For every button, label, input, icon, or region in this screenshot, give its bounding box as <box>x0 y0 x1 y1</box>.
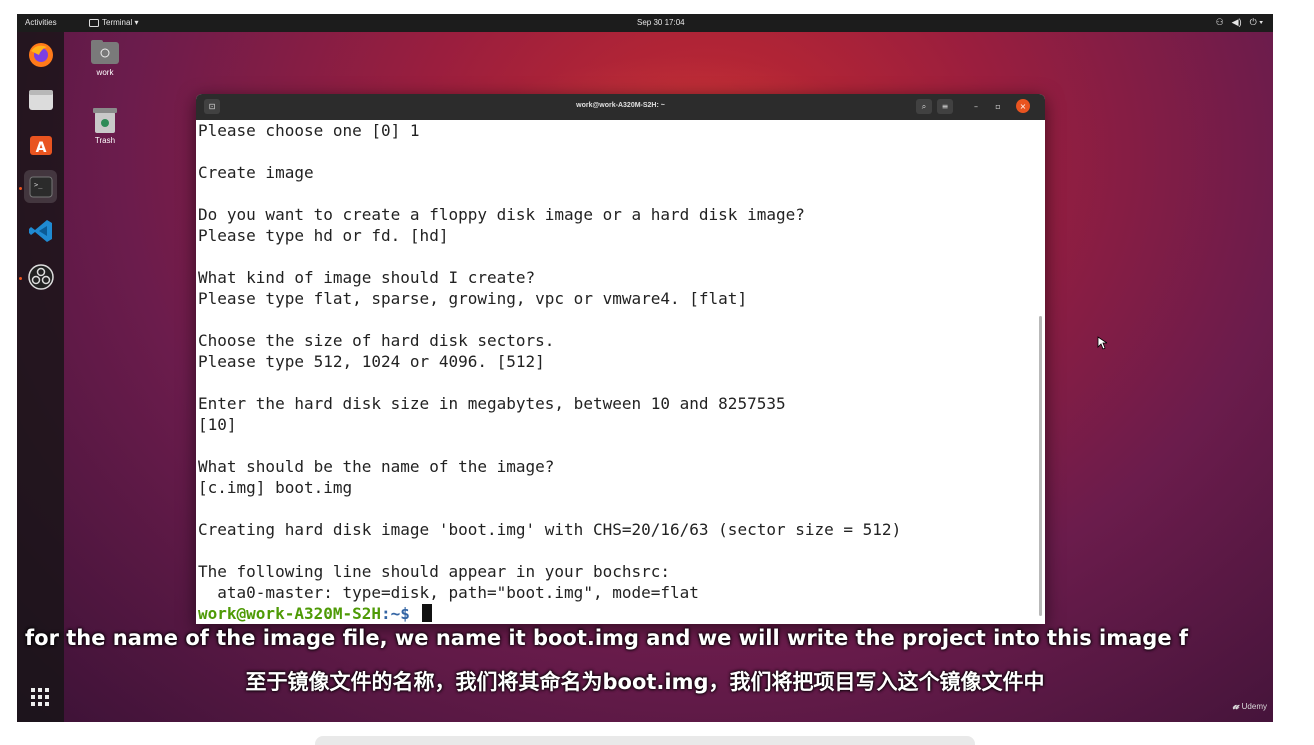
subtitle-chinese: 至于镜像文件的名称，我们将其命名为boot.img，我们将把项目写入这个镜像文件… <box>245 670 1045 694</box>
terminal-titlebar[interactable]: ⊡ work@work-A320M-S2H: ~ ⌕ ≡ – ▫ × <box>196 94 1045 120</box>
output-line: Please type flat, sparse, growing, vpc o… <box>198 289 748 308</box>
output-line: [10] <box>198 415 237 434</box>
output-line: Enter the hard disk size in megabytes, b… <box>198 394 786 413</box>
output-line: What should be the name of the image? <box>198 457 555 476</box>
network-icon[interactable]: ⚇ <box>1216 17 1224 28</box>
power-icon[interactable]: ⏻ ▾ <box>1250 17 1263 28</box>
maximize-button[interactable]: ▫ <box>990 99 1006 114</box>
home-folder-icon[interactable]: work <box>80 38 130 77</box>
system-tray[interactable]: ⚇ ◀) ⏻ ▾ <box>1216 17 1263 28</box>
top-bar: Activities Terminal ▾ Sep 30 17:04 ⚇ ◀) … <box>17 14 1273 32</box>
menu-icon[interactable]: ≡ <box>937 99 953 114</box>
trash-label: Trash <box>94 136 116 145</box>
svg-text:A: A <box>35 140 46 156</box>
obs-icon[interactable] <box>24 260 57 293</box>
minimize-button[interactable]: – <box>968 99 984 114</box>
app-menu[interactable]: Terminal ▾ <box>89 18 138 27</box>
terminal-output[interactable]: Please choose one [0] 1 Create image Do yo… <box>198 120 1028 624</box>
close-button[interactable]: × <box>1016 99 1030 113</box>
udemy-watermark: 𝓊 Udemy <box>1232 700 1267 713</box>
mouse-pointer-icon <box>1097 336 1107 350</box>
trash-can-icon <box>93 108 117 133</box>
files-icon[interactable] <box>24 82 57 115</box>
terminal-window[interactable]: ⊡ work@work-A320M-S2H: ~ ⌕ ≡ – ▫ × Pleas… <box>196 94 1045 624</box>
terminal-icon <box>89 18 99 27</box>
prompt-line: work@work-A320M-S2H:~$ <box>198 603 1028 624</box>
output-line: Please choose one [0] 1 <box>198 121 420 140</box>
output-line: Please type hd or fd. [hd] <box>198 226 449 245</box>
firefox-icon[interactable] <box>24 38 57 71</box>
app-menu-label: Terminal ▾ <box>102 18 139 27</box>
vscode-icon[interactable] <box>24 214 57 247</box>
terminal-dock-icon[interactable]: >_ <box>24 170 57 203</box>
trash-icon[interactable]: Trash <box>80 106 130 145</box>
running-indicator <box>19 187 22 190</box>
home-folder-label: work <box>96 68 114 77</box>
desktop-screen: Activities Terminal ▾ Sep 30 17:04 ⚇ ◀) … <box>17 14 1273 722</box>
search-icon[interactable]: ⌕ <box>916 99 932 114</box>
output-line: What kind of image should I create? <box>198 268 536 287</box>
udemy-label: Udemy <box>1241 702 1267 711</box>
output-line: [c.img] boot.img <box>198 478 353 497</box>
output-line: Creating hard disk image 'boot.img' with… <box>198 520 902 539</box>
prompt-path: :~$ <box>381 604 410 623</box>
scrollbar[interactable] <box>1039 316 1042 616</box>
activities-button[interactable]: Activities <box>25 18 57 27</box>
running-indicator <box>19 277 22 280</box>
output-line: Create image <box>198 163 314 182</box>
prompt-user: work@work-A320M-S2H <box>198 604 382 623</box>
text-cursor <box>421 604 432 622</box>
output-line: Do you want to create a floppy disk imag… <box>198 205 805 224</box>
software-center-icon[interactable]: A <box>24 126 57 159</box>
output-lines: Please choose one [0] 1 Create image Do yo… <box>198 120 1028 603</box>
output-line: Choose the size of hard disk sectors. <box>198 331 555 350</box>
output-line: ata0-master: type=disk, path="boot.img",… <box>198 583 699 602</box>
clock[interactable]: Sep 30 17:04 <box>637 18 685 27</box>
output-line: The following line should appear in your… <box>198 562 671 581</box>
dock: A >_ <box>17 32 64 722</box>
bottom-panel <box>315 736 975 745</box>
udemy-logo-icon: 𝓊 <box>1232 700 1239 712</box>
output-line: Please type 512, 1024 or 4096. [512] <box>198 352 545 371</box>
show-applications-icon[interactable] <box>29 686 51 708</box>
folder-icon <box>91 40 119 64</box>
subtitle-english: for the name of the image file, we name … <box>25 626 1189 650</box>
svg-text:>_: >_ <box>34 181 43 189</box>
volume-icon[interactable]: ◀) <box>1232 17 1242 28</box>
